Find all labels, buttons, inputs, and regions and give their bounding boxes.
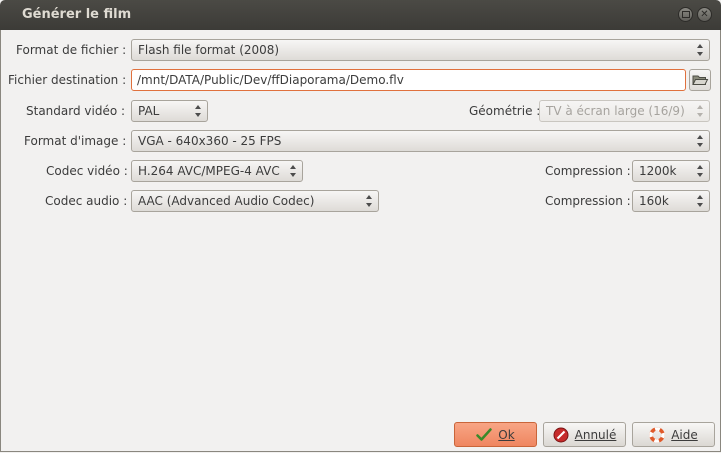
lifebuoy-icon — [649, 426, 665, 443]
cancel-button[interactable]: Annulé — [543, 422, 626, 447]
select-arrows-icon — [697, 44, 703, 56]
video-codec-value: H.264 AVC/MPEG-4 AVC — [138, 164, 280, 178]
title-bar[interactable]: Générer le film ✕ — [0, 0, 721, 30]
video-compression-label: Compression : — [545, 164, 631, 178]
audio-codec-select[interactable]: AAC (Advanced Audio Codec) — [131, 190, 379, 212]
select-arrows-icon — [290, 165, 296, 177]
maximize-icon — [681, 11, 690, 18]
checkmark-icon — [476, 427, 493, 441]
image-format-label: Format d'image : — [24, 134, 127, 148]
close-icon: ✕ — [700, 8, 709, 20]
help-label: Aide — [671, 427, 698, 442]
image-format-value: VGA - 640x360 - 25 FPS — [138, 134, 282, 148]
ok-button[interactable]: Ok — [454, 422, 537, 447]
ok-label: Ok — [498, 427, 515, 442]
geometry-value: TV à écran large (16/9) — [546, 104, 685, 118]
browse-folder-button[interactable] — [689, 69, 711, 91]
destination-input[interactable]: /mnt/DATA/Public/Dev/ffDiaporama/Demo.fl… — [131, 69, 686, 91]
audio-compression-value: 160k — [639, 194, 669, 208]
video-compression-value: 1200k — [639, 164, 677, 178]
image-format-select[interactable]: VGA - 640x360 - 25 FPS — [131, 130, 710, 152]
close-button[interactable]: ✕ — [697, 7, 712, 22]
geometry-label: Géométrie : — [469, 104, 541, 118]
format-select[interactable]: Flash file format (2008) — [131, 39, 710, 61]
audio-codec-label: Codec audio : — [45, 194, 128, 208]
format-value: Flash file format (2008) — [138, 43, 280, 57]
select-arrows-icon — [366, 195, 372, 207]
cancel-label: Annulé — [574, 427, 617, 442]
select-arrows-icon — [195, 105, 201, 117]
select-arrows-icon — [697, 195, 703, 207]
geometry-select[interactable]: TV à écran large (16/9) — [539, 100, 710, 122]
maximize-button[interactable] — [678, 7, 693, 22]
audio-codec-value: AAC (Advanced Audio Codec) — [138, 194, 315, 208]
select-arrows-icon — [697, 105, 703, 117]
destination-label: Fichier destination : — [8, 73, 127, 87]
video-standard-select[interactable]: PAL — [131, 100, 208, 122]
select-arrows-icon — [697, 165, 703, 177]
destination-value: /mnt/DATA/Public/Dev/ffDiaporama/Demo.fl… — [137, 73, 404, 87]
open-folder-icon — [692, 75, 709, 85]
dialog-body — [0, 30, 721, 452]
audio-compression-select[interactable]: 160k — [632, 190, 710, 212]
window-title: Générer le film — [22, 7, 132, 22]
cancel-icon — [553, 427, 569, 442]
video-codec-select[interactable]: H.264 AVC/MPEG-4 AVC — [131, 160, 303, 182]
help-button[interactable]: Aide — [632, 422, 715, 447]
video-standard-value: PAL — [138, 104, 160, 118]
format-label: Format de fichier : — [16, 43, 127, 57]
video-compression-select[interactable]: 1200k — [632, 160, 710, 182]
audio-compression-label: Compression : — [545, 194, 631, 208]
video-codec-label: Codec vidéo : — [46, 164, 128, 178]
video-standard-label: Standard vidéo : — [26, 104, 126, 118]
select-arrows-icon — [697, 135, 703, 147]
